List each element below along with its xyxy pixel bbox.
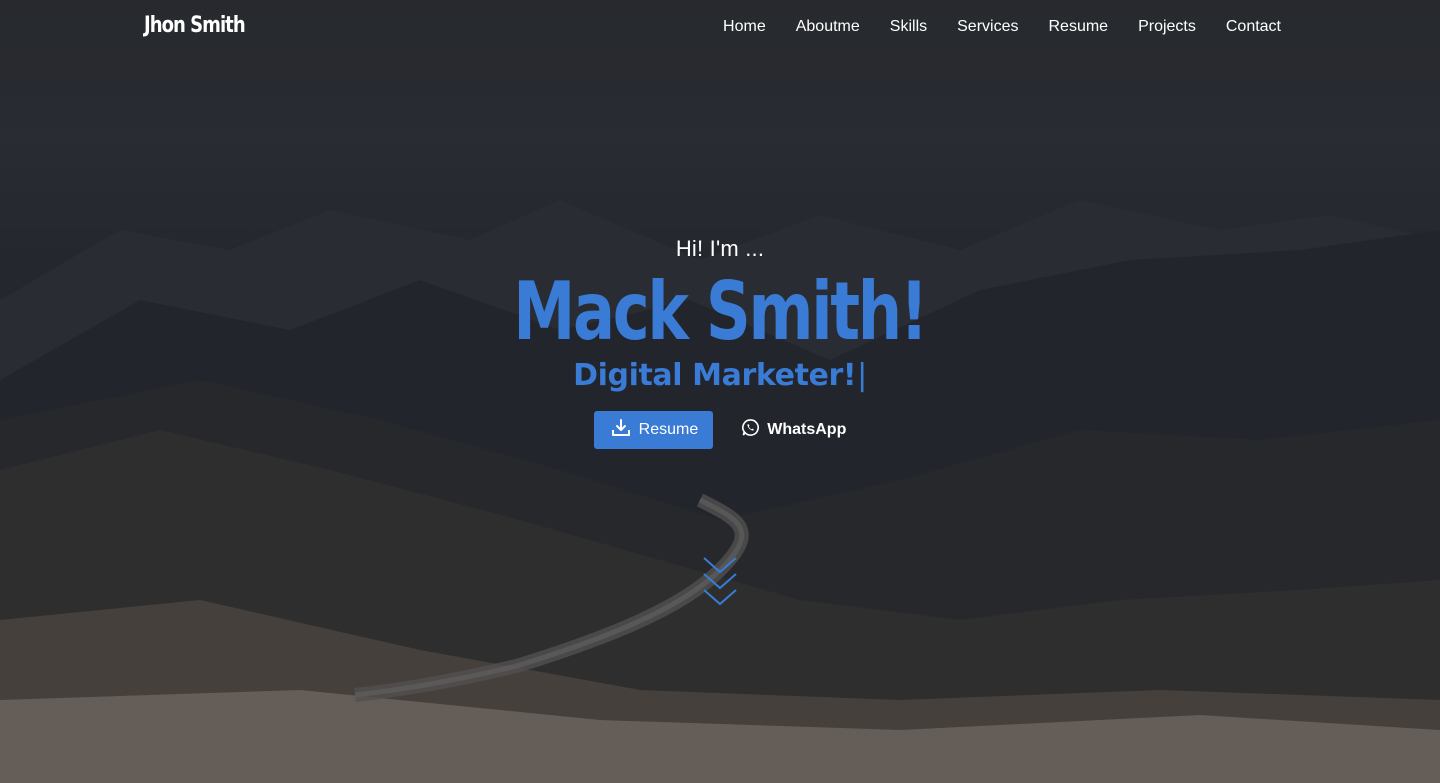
hero-actions: Resume WhatsApp bbox=[0, 411, 1440, 449]
nav-item-skills[interactable]: Skills bbox=[890, 18, 927, 36]
nav-item-resume[interactable]: Resume bbox=[1048, 18, 1108, 36]
nav-item-projects[interactable]: Projects bbox=[1138, 18, 1196, 36]
whatsapp-button-label: WhatsApp bbox=[767, 421, 847, 438]
nav-item-aboutme[interactable]: Aboutme bbox=[796, 18, 860, 36]
resume-button-label: Resume bbox=[638, 421, 699, 438]
hero-greeting: Hi! I'm ... bbox=[675, 236, 765, 261]
nav-menu: Home Aboutme Skills Services Resume Proj… bbox=[723, 18, 1281, 36]
whatsapp-icon bbox=[741, 418, 760, 442]
site-logo[interactable]: Jhon Smith bbox=[144, 13, 246, 38]
hero-section: Jhon Smith Home Aboutme Skills Services … bbox=[0, 0, 1440, 783]
nav-item-services[interactable]: Services bbox=[957, 18, 1018, 36]
hero-content: Hi! I'm ... Mack Smith! Digital Marketer… bbox=[0, 236, 1440, 449]
chevrons-down-icon[interactable] bbox=[702, 556, 738, 613]
nav-item-home[interactable]: Home bbox=[723, 18, 766, 36]
whatsapp-button[interactable]: WhatsApp bbox=[741, 418, 846, 442]
resume-button[interactable]: Resume bbox=[593, 411, 714, 449]
hero-role: Digital Marketer!| bbox=[0, 358, 1440, 393]
hero-name: Mack Smith! bbox=[513, 265, 929, 358]
hero-role-text: Digital Marketer! bbox=[573, 358, 857, 393]
download-icon bbox=[611, 418, 631, 442]
top-navbar: Jhon Smith Home Aboutme Skills Services … bbox=[0, 0, 1440, 56]
typing-cursor: | bbox=[857, 358, 867, 393]
nav-item-contact[interactable]: Contact bbox=[1226, 18, 1281, 36]
